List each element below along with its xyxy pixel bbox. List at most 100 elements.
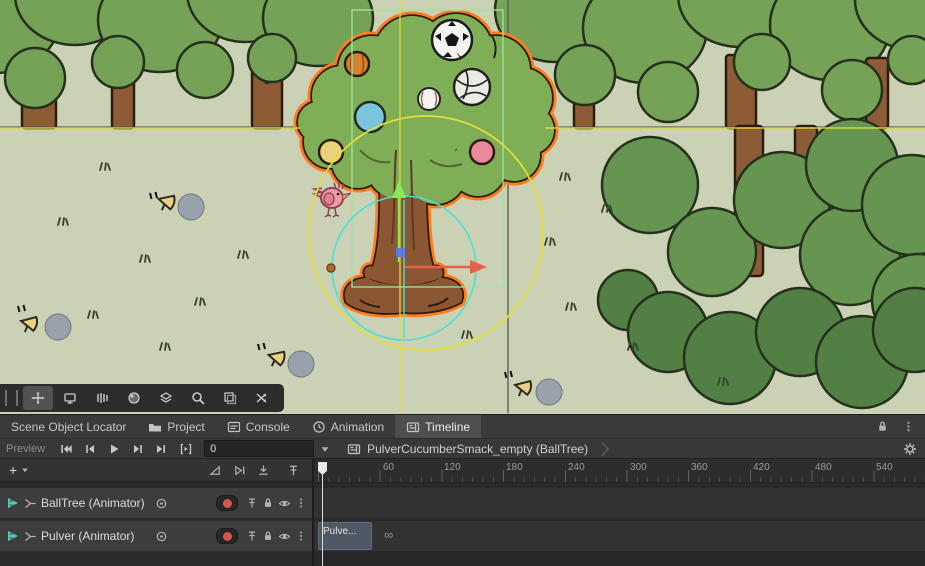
- track-name: Pulver (Animator): [41, 529, 151, 543]
- markers-toggle-pin-icon[interactable]: [287, 464, 300, 477]
- lock-icon[interactable]: [262, 530, 274, 542]
- current-frame-input[interactable]: [204, 440, 314, 457]
- isometric-tool-button[interactable]: [151, 386, 181, 410]
- lock-icon[interactable]: [262, 497, 274, 509]
- tab-label: Animation: [331, 420, 384, 434]
- play-icon: [107, 442, 121, 456]
- playhead[interactable]: [318, 459, 328, 566]
- layers-tool-button[interactable]: [215, 386, 245, 410]
- record-button[interactable]: [216, 495, 238, 511]
- previous-frame-icon: [83, 442, 97, 456]
- tab-animation[interactable]: Animation: [301, 415, 395, 438]
- track-header-pulver[interactable]: Pulver (Animator): [0, 521, 312, 551]
- timeline-clip-area[interactable]: 60 120 180 240 300 360 420 480 540 Pulve…: [314, 459, 925, 566]
- pink-ball[interactable]: [470, 140, 494, 164]
- animation-track-icon: [6, 496, 20, 510]
- shuffle-tool-button[interactable]: [247, 386, 277, 410]
- tab-label: Scene Object Locator: [11, 420, 126, 434]
- replace-mode-icon[interactable]: [257, 464, 270, 477]
- play-range-button[interactable]: [174, 440, 198, 457]
- scene-canvas[interactable]: [0, 0, 925, 414]
- add-track-label: +: [9, 462, 17, 478]
- kebab-menu-icon[interactable]: [295, 497, 307, 509]
- next-frame-button[interactable]: [126, 440, 150, 457]
- timeline-breadcrumb[interactable]: PulverCucumberSmack_empty (BallTree): [347, 440, 610, 458]
- track-lane-pulver[interactable]: Pulve... ∞: [314, 521, 925, 551]
- ruler-label: 300: [630, 462, 647, 473]
- toolbar-drag-handle[interactable]: [5, 390, 18, 406]
- grid-brush-tool-button[interactable]: [87, 386, 117, 410]
- object-picker-target-icon[interactable]: [155, 530, 168, 543]
- timeline-body: + BallTree (Animator): [0, 459, 925, 566]
- tab-timeline[interactable]: Timeline: [395, 415, 481, 438]
- play-button[interactable]: [102, 440, 126, 457]
- ruler-label: 420: [753, 462, 770, 473]
- timeline-transport-bar: Preview PulverCucumberSmack_empty (BallT…: [0, 438, 925, 459]
- scene-toolbar: [0, 384, 284, 412]
- move-tool-button[interactable]: [23, 386, 53, 410]
- infinite-clip-marker: ∞: [384, 528, 393, 541]
- previous-frame-button[interactable]: [78, 440, 102, 457]
- record-dot: [223, 532, 232, 541]
- track-header-balltree[interactable]: BallTree (Animator): [0, 488, 312, 518]
- record-button[interactable]: [216, 528, 238, 544]
- window-tab-bar: Scene Object Locator Project Console Ani…: [0, 414, 925, 438]
- scene-view[interactable]: [0, 0, 925, 414]
- goto-start-icon: [59, 442, 73, 456]
- timeline-icon: [406, 420, 420, 434]
- kebab-menu-icon[interactable]: [902, 420, 915, 433]
- goto-end-button[interactable]: [150, 440, 174, 457]
- tab-scene-object-locator[interactable]: Scene Object Locator: [0, 415, 137, 438]
- ripple-mode-icon[interactable]: [233, 464, 246, 477]
- gear-icon: [903, 442, 917, 456]
- sphere-tool-button[interactable]: [119, 386, 149, 410]
- timeline-settings-button[interactable]: [903, 442, 917, 456]
- xy-plane-handle[interactable]: [396, 248, 405, 257]
- ruler-label: 540: [876, 462, 893, 473]
- track-lane-balltree[interactable]: [314, 488, 925, 518]
- baseball[interactable]: [418, 88, 440, 110]
- goto-end-icon: [155, 442, 169, 456]
- goto-start-button[interactable]: [54, 440, 78, 457]
- pumpkin[interactable]: [345, 52, 369, 76]
- mix-mode-icon[interactable]: [209, 464, 222, 477]
- breadcrumb-chevron-icon: [600, 440, 610, 458]
- view-tool-button[interactable]: [55, 386, 85, 410]
- breadcrumb-label: PulverCucumberSmack_empty (BallTree): [367, 442, 588, 456]
- soccer-ball[interactable]: [432, 20, 472, 60]
- frame-options-dropdown[interactable]: [319, 443, 331, 455]
- timeline-ruler[interactable]: 60 120 180 240 300 360 420 480 540: [314, 459, 925, 483]
- folder-icon: [148, 420, 162, 434]
- pin-icon[interactable]: [246, 530, 258, 542]
- play-range-icon: [179, 442, 193, 456]
- tab-label: Timeline: [425, 420, 470, 434]
- timeline-editor-window: Scene Object Locator Project Console Ani…: [0, 0, 925, 566]
- tab-console[interactable]: Console: [216, 415, 301, 438]
- record-dot: [223, 499, 232, 508]
- preview-toggle[interactable]: Preview: [0, 443, 54, 455]
- ruler-label: 240: [568, 462, 585, 473]
- zoom-tool-button[interactable]: [183, 386, 213, 410]
- eye-icon[interactable]: [278, 530, 291, 543]
- blue-ball[interactable]: [355, 102, 385, 132]
- object-picker-target-icon[interactable]: [155, 497, 168, 510]
- eye-icon[interactable]: [278, 497, 291, 510]
- tab-project[interactable]: Project: [137, 415, 215, 438]
- playhead-line: [322, 474, 323, 566]
- track-header-toolbar: +: [0, 459, 312, 482]
- tab-label: Project: [167, 420, 204, 434]
- pin-icon[interactable]: [246, 497, 258, 509]
- animation-track-icon: [6, 529, 20, 543]
- yellow-ball[interactable]: [319, 140, 343, 164]
- kebab-menu-icon[interactable]: [295, 530, 307, 542]
- tab-bar-right-controls: [876, 415, 925, 438]
- volleyball[interactable]: [454, 69, 490, 105]
- ruler-major-ticks: [318, 470, 925, 482]
- ruler-label: 60: [383, 462, 394, 473]
- pivot-handle-dot[interactable]: [327, 264, 335, 272]
- add-track-button[interactable]: +: [0, 459, 39, 481]
- timeline-asset-icon: [347, 442, 361, 456]
- ruler-label: 180: [506, 462, 523, 473]
- lock-icon[interactable]: [876, 420, 889, 433]
- track-name: BallTree (Animator): [41, 496, 151, 510]
